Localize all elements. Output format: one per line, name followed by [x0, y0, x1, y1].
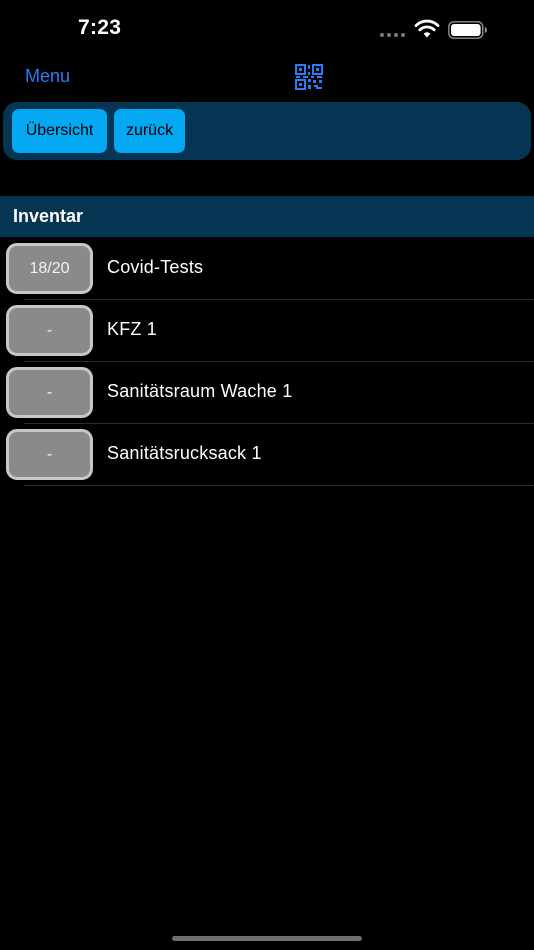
list-item[interactable]: - Sanitätsraum Wache 1 [0, 362, 534, 424]
wifi-icon [414, 19, 440, 38]
toolbar-panel: Übersicht zurück [3, 102, 531, 160]
list-item-label: Sanitätsrucksack 1 [107, 443, 262, 463]
count-badge[interactable]: - [6, 367, 93, 418]
list-item-label: Covid-Tests [107, 257, 204, 277]
list-item[interactable]: 18/20 Covid-Tests [0, 238, 534, 300]
menu-button[interactable]: Menu [25, 66, 70, 87]
status-bar: 7:23 [0, 0, 534, 56]
section-title: Inventar [13, 206, 84, 226]
list-item[interactable]: - KFZ 1 [0, 300, 534, 362]
home-indicator[interactable] [172, 936, 362, 941]
list-item-label: Sanitätsraum Wache 1 [107, 381, 293, 401]
section-header: Inventar [0, 196, 534, 237]
list-item-label: KFZ 1 [107, 319, 158, 339]
battery-icon [448, 21, 487, 39]
inventory-list: 18/20 Covid-Tests - KFZ 1 - Sanitätsraum… [0, 238, 534, 486]
status-time: 7:23 [78, 16, 122, 39]
count-badge[interactable]: 18/20 [6, 243, 93, 294]
signal-dots-icon [380, 33, 405, 37]
list-item[interactable]: - Sanitätsrucksack 1 [0, 424, 534, 486]
qr-code-icon[interactable] [295, 64, 323, 90]
back-button[interactable]: zurück [114, 109, 185, 153]
nav-bar: Menu [0, 56, 534, 100]
count-badge[interactable]: - [6, 305, 93, 356]
count-badge[interactable]: - [6, 429, 93, 480]
overview-button[interactable]: Übersicht [12, 109, 107, 153]
